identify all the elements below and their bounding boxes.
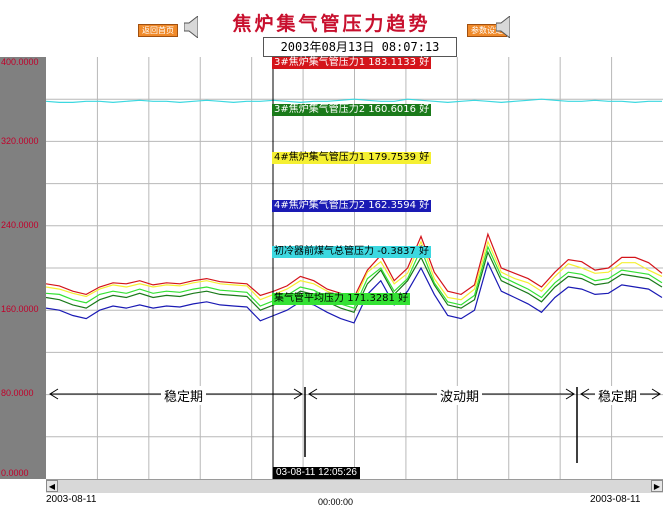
y-tick-label: 160.0000	[1, 304, 39, 314]
legend-unit: 好	[398, 293, 409, 304]
page-title: 焦炉集气管压力趋势	[232, 13, 431, 35]
y-tick-label: 240.0000	[1, 220, 39, 230]
cursor-time-label: 03-08-11 12:05:26	[273, 467, 360, 479]
legend-name: 4#焦炉集气管压力1	[274, 152, 366, 163]
x-mid-label: 00:00:00	[318, 497, 354, 507]
legend-unit: 好	[419, 104, 430, 115]
legend-name: 初冷器前煤气总管压力	[274, 246, 374, 257]
legend-unit: 好	[419, 57, 430, 68]
fluctuation-period-label: 波动期	[437, 386, 483, 405]
legend-item[interactable]: 初冷器前煤气总管压力 -0.3837 好	[272, 246, 431, 258]
legend-name: 3#焦炉集气管压力2	[274, 104, 366, 115]
legend-value: 162.3594	[368, 200, 417, 211]
x-end-label: 2003-08-11	[590, 494, 641, 505]
y-tick-label: 400.0000	[1, 57, 39, 67]
legend-value: 160.6016	[368, 104, 417, 115]
y-tick-label: 80.0000	[1, 388, 34, 398]
legend-item[interactable]: 4#焦炉集气管压力2 162.3594 好	[272, 200, 432, 212]
scroll-right-button[interactable]: ▶	[651, 480, 663, 492]
trend-plot[interactable]	[46, 57, 663, 479]
x-start-label: 2003-08-11	[46, 494, 97, 505]
legend-value: 183.1133	[368, 57, 417, 68]
y-tick-label: 320.0000	[1, 136, 39, 146]
legend-name: 集气管平均压力	[274, 293, 344, 304]
legend-value: -0.3837	[377, 246, 416, 257]
legend-item[interactable]: 3#焦炉集气管压力2 160.6016 好	[272, 104, 432, 116]
legend-value: 171.3281	[347, 293, 395, 304]
return-home-button[interactable]: 返回首页	[138, 24, 178, 37]
legend-unit: 好	[419, 200, 430, 211]
scroll-left-button[interactable]: ◀	[46, 480, 58, 492]
speaker-icon	[184, 16, 198, 38]
legend-unit: 好	[419, 152, 430, 163]
legend-unit: 好	[418, 246, 429, 257]
legend-item[interactable]: 集气管平均压力 171.3281 好	[272, 293, 411, 305]
legend-item[interactable]: 3#焦炉集气管压力1 183.1133 好	[272, 57, 432, 69]
y-tick-label: 0.0000	[1, 468, 29, 478]
datetime-display: 2003年08月13日 08:07:13	[263, 37, 457, 57]
speaker-icon	[496, 16, 510, 38]
legend-value: 179.7539	[368, 152, 417, 163]
stable-period-label: 稳定期	[161, 386, 207, 405]
legend-name: 4#焦炉集气管压力2	[274, 200, 366, 211]
legend-item[interactable]: 4#焦炉集气管压力1 179.7539 好	[272, 152, 432, 164]
horizontal-scrollbar[interactable]: ◀ ▶	[46, 479, 663, 493]
legend-name: 3#焦炉集气管压力1	[274, 57, 366, 68]
y-axis-panel: 400.0000 320.0000 240.0000 160.0000 80.0…	[0, 57, 46, 479]
stable-period-label: 稳定期	[595, 386, 641, 405]
